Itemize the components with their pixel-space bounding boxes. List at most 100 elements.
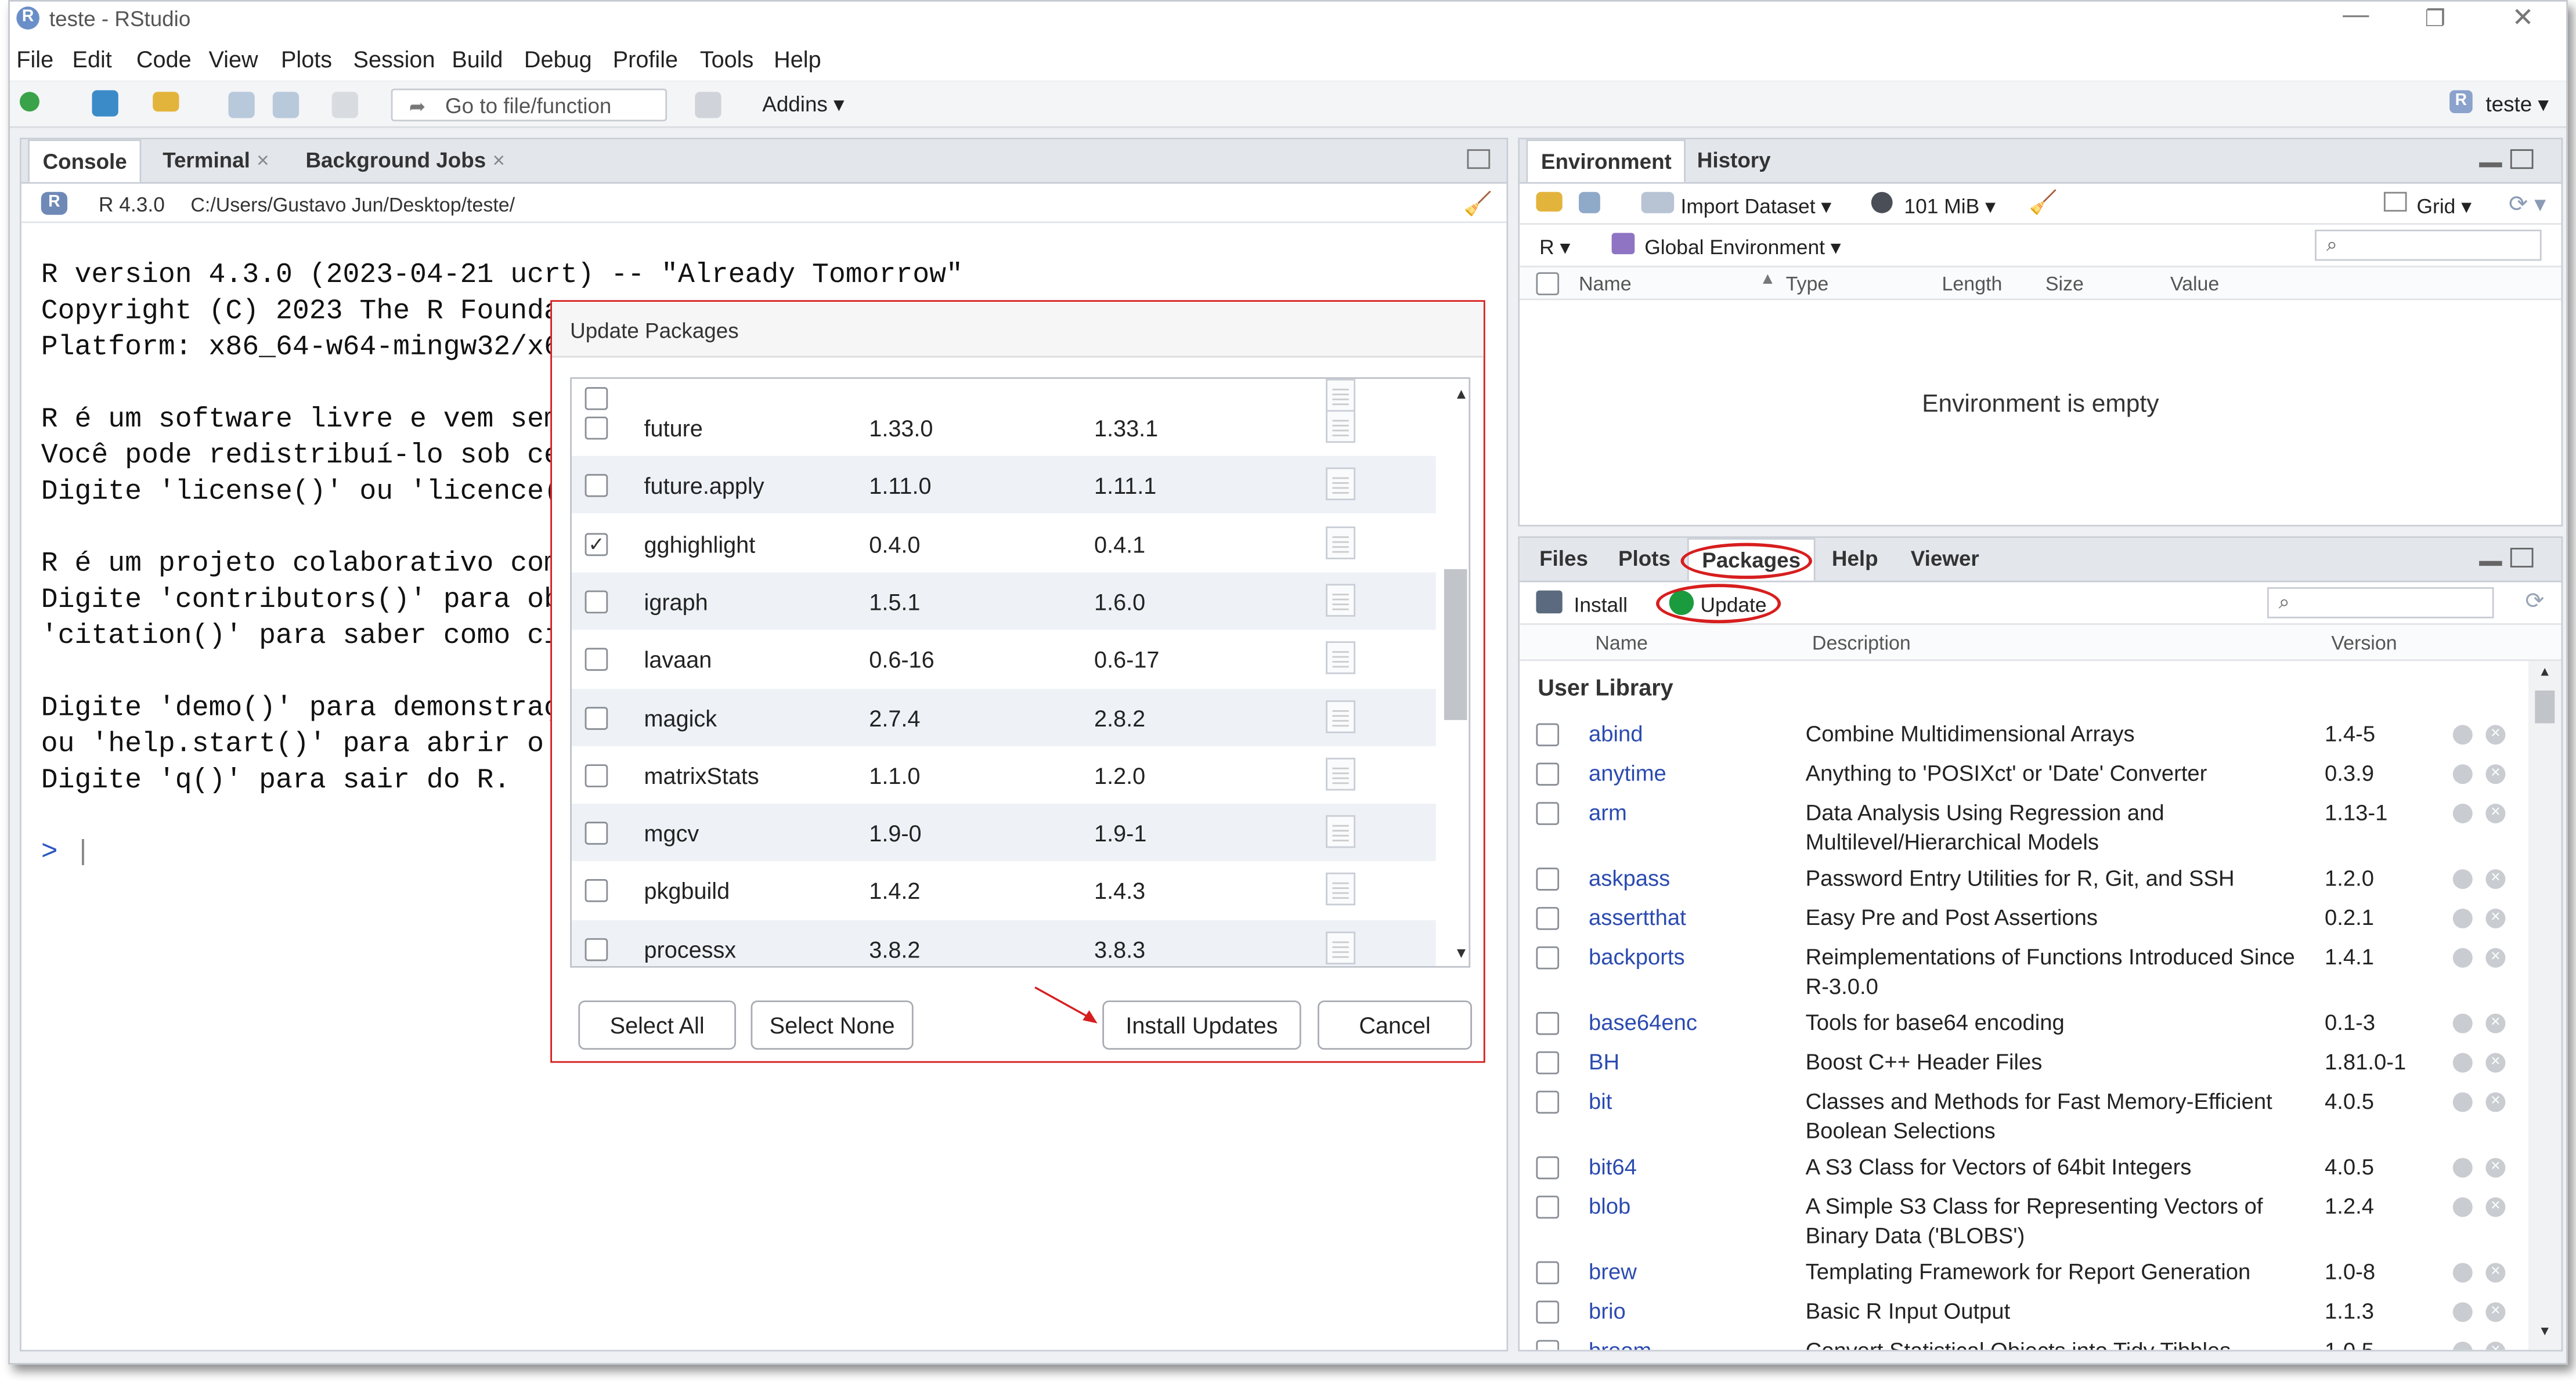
menu-tools[interactable]: Tools — [700, 46, 754, 72]
package-name-link[interactable]: broom — [1589, 1339, 1651, 1350]
remove-package-icon[interactable]: × — [2485, 869, 2506, 890]
package-loaded-checkbox[interactable] — [1536, 723, 1560, 747]
package-row[interactable]: anytime Anything to 'POSIXct' or 'Date' C… — [1520, 758, 2528, 797]
package-name-link[interactable]: bit64 — [1589, 1155, 1637, 1179]
tab-plots[interactable]: Plots — [1605, 538, 1683, 580]
package-loaded-checkbox[interactable] — [1536, 1340, 1560, 1350]
scroll-down-icon[interactable]: ▼ — [1454, 945, 1469, 961]
package-checkbox[interactable] — [585, 648, 608, 671]
package-loaded-checkbox[interactable] — [1536, 762, 1560, 786]
package-row[interactable]: BH Boost C++ Header Files 1.81.0-1 × — [1520, 1046, 2528, 1086]
minimize-pane-icon[interactable] — [2479, 561, 2502, 566]
select-none-button[interactable]: Select None — [751, 1000, 914, 1050]
clear-console-icon[interactable]: 🧹 — [1464, 190, 1492, 218]
globe-icon[interactable] — [2452, 1197, 2473, 1217]
package-checkbox[interactable] — [585, 764, 608, 787]
package-loaded-checkbox[interactable] — [1536, 1051, 1560, 1075]
view-mode-menu[interactable]: Grid ▾ — [2417, 194, 2472, 218]
table-row[interactable] — [572, 378, 1436, 412]
environment-search-input[interactable]: ⌕ — [2315, 229, 2542, 261]
package-checkbox[interactable] — [585, 590, 608, 613]
workspace-panes-icon[interactable] — [695, 92, 721, 118]
package-checkbox[interactable] — [585, 880, 608, 903]
minimize-icon[interactable]: — — [2343, 2, 2369, 31]
news-icon[interactable] — [1326, 757, 1356, 790]
remove-package-icon[interactable]: × — [2485, 908, 2506, 928]
close-tab-icon[interactable]: × — [257, 147, 269, 172]
package-row[interactable]: arm Data Analysis Using Regression and Mu… — [1520, 797, 2528, 863]
package-row[interactable]: bit64 A S3 Class for Vectors of 64bit Int… — [1520, 1151, 2528, 1191]
menu-help[interactable]: Help — [774, 46, 821, 72]
globe-icon[interactable] — [2452, 1263, 2473, 1283]
install-button[interactable]: Install — [1574, 594, 1628, 617]
globe-icon[interactable] — [2452, 1342, 2473, 1350]
globe-icon[interactable] — [2452, 948, 2473, 968]
table-row[interactable]: matrixStats 1.1.0 1.2.0 — [572, 746, 1436, 804]
package-name-link[interactable]: brew — [1589, 1260, 1637, 1284]
menu-profile[interactable]: Profile — [613, 46, 678, 72]
news-icon[interactable] — [1326, 931, 1356, 964]
remove-package-icon[interactable]: × — [2485, 804, 2506, 823]
col-type[interactable]: Type — [1786, 272, 1829, 295]
maximize-pane-icon[interactable] — [2510, 149, 2534, 169]
remove-package-icon[interactable]: × — [2485, 1013, 2506, 1033]
minimize-pane-icon[interactable] — [2479, 162, 2502, 168]
package-row[interactable]: brio Basic R Input Output 1.1.3 × — [1520, 1296, 2528, 1335]
remove-package-icon[interactable]: × — [2485, 1342, 2506, 1350]
package-row[interactable]: blob A Simple S3 Class for Representing V… — [1520, 1191, 2528, 1256]
tab-background-jobs[interactable]: Background Jobs × — [293, 139, 518, 182]
tab-environment[interactable]: Environment — [1526, 139, 1687, 182]
globe-icon[interactable] — [2452, 1092, 2473, 1112]
new-project-icon[interactable] — [92, 90, 118, 117]
news-icon[interactable] — [1326, 641, 1356, 675]
table-row[interactable]: processx 3.8.2 3.8.3 — [571, 919, 1436, 966]
remove-package-icon[interactable]: × — [2485, 725, 2506, 745]
news-icon[interactable] — [1326, 583, 1356, 617]
scrollbar-thumb[interactable] — [2535, 690, 2555, 724]
tab-viewer[interactable]: Viewer — [1897, 538, 1992, 580]
update-packages-list[interactable]: ▲ ▼ future 1.33.0 1.33.1 future.apply 1.11.0… — [570, 377, 1471, 968]
menu-build[interactable]: Build — [452, 46, 503, 72]
menu-debug[interactable]: Debug — [524, 46, 592, 72]
menu-file[interactable]: File — [16, 46, 53, 72]
remove-package-icon[interactable]: × — [2485, 948, 2506, 968]
package-loaded-checkbox[interactable] — [1536, 1261, 1560, 1285]
scroll-up-icon[interactable]: ▲ — [1454, 385, 1469, 402]
new-file-icon[interactable] — [19, 92, 39, 112]
package-name-link[interactable]: askpass — [1589, 866, 1670, 890]
install-updates-button[interactable]: Install Updates — [1102, 1000, 1301, 1050]
import-dataset-menu[interactable]: Import Dataset ▾ — [1680, 194, 1831, 218]
scroll-up-icon[interactable]: ▲ — [2538, 664, 2551, 679]
package-row[interactable]: broom Convert Statistical Objects into Ti… — [1520, 1335, 2528, 1350]
package-row[interactable]: backports Reimplementations of Functions … — [1520, 941, 2528, 1007]
package-loaded-checkbox[interactable] — [1536, 1012, 1560, 1035]
menu-plots[interactable]: Plots — [281, 46, 332, 72]
package-name-link[interactable]: arm — [1589, 800, 1627, 825]
package-loaded-checkbox[interactable] — [1536, 1156, 1560, 1180]
menu-edit[interactable]: Edit — [73, 46, 112, 72]
package-row[interactable]: bit Classes and Methods for Fast Memory-E… — [1520, 1086, 2528, 1151]
globe-icon[interactable] — [2452, 764, 2473, 785]
broom-icon[interactable]: 🧹 — [2029, 189, 2058, 216]
package-checkbox[interactable] — [585, 822, 608, 845]
remove-package-icon[interactable]: × — [2485, 1053, 2506, 1073]
globe-icon[interactable] — [2452, 869, 2473, 890]
package-row[interactable]: assertthat Easy Pre and Post Assertions 0.… — [1520, 902, 2528, 942]
tab-console[interactable]: Console — [28, 139, 142, 182]
menu-view[interactable]: View — [208, 46, 258, 72]
package-row[interactable]: abind Combine Multidimensional Arrays 1.4-… — [1520, 718, 2528, 758]
package-name-link[interactable]: BH — [1589, 1050, 1619, 1074]
globe-icon[interactable] — [2452, 1053, 2473, 1073]
col-description[interactable]: Description — [1812, 631, 1911, 655]
console-prompt[interactable]: > | — [41, 837, 92, 873]
package-name-link[interactable]: blob — [1589, 1194, 1630, 1219]
package-row[interactable]: base64enc Tools for base64 encoding 0.1-3 × — [1520, 1007, 2528, 1047]
table-row[interactable]: lavaan 0.6-16 0.6-17 — [572, 630, 1436, 688]
cancel-button[interactable]: Cancel — [1317, 1000, 1473, 1050]
maximize-pane-icon[interactable] — [2510, 548, 2534, 568]
col-name[interactable]: Name — [1579, 272, 1632, 295]
table-row[interactable]: ✓ gghighlight 0.4.0 0.4.1 — [572, 514, 1436, 572]
tab-help[interactable]: Help — [1819, 538, 1891, 580]
package-checkbox[interactable] — [585, 937, 608, 961]
memory-usage-menu[interactable]: 101 MiB ▾ — [1904, 194, 1995, 218]
